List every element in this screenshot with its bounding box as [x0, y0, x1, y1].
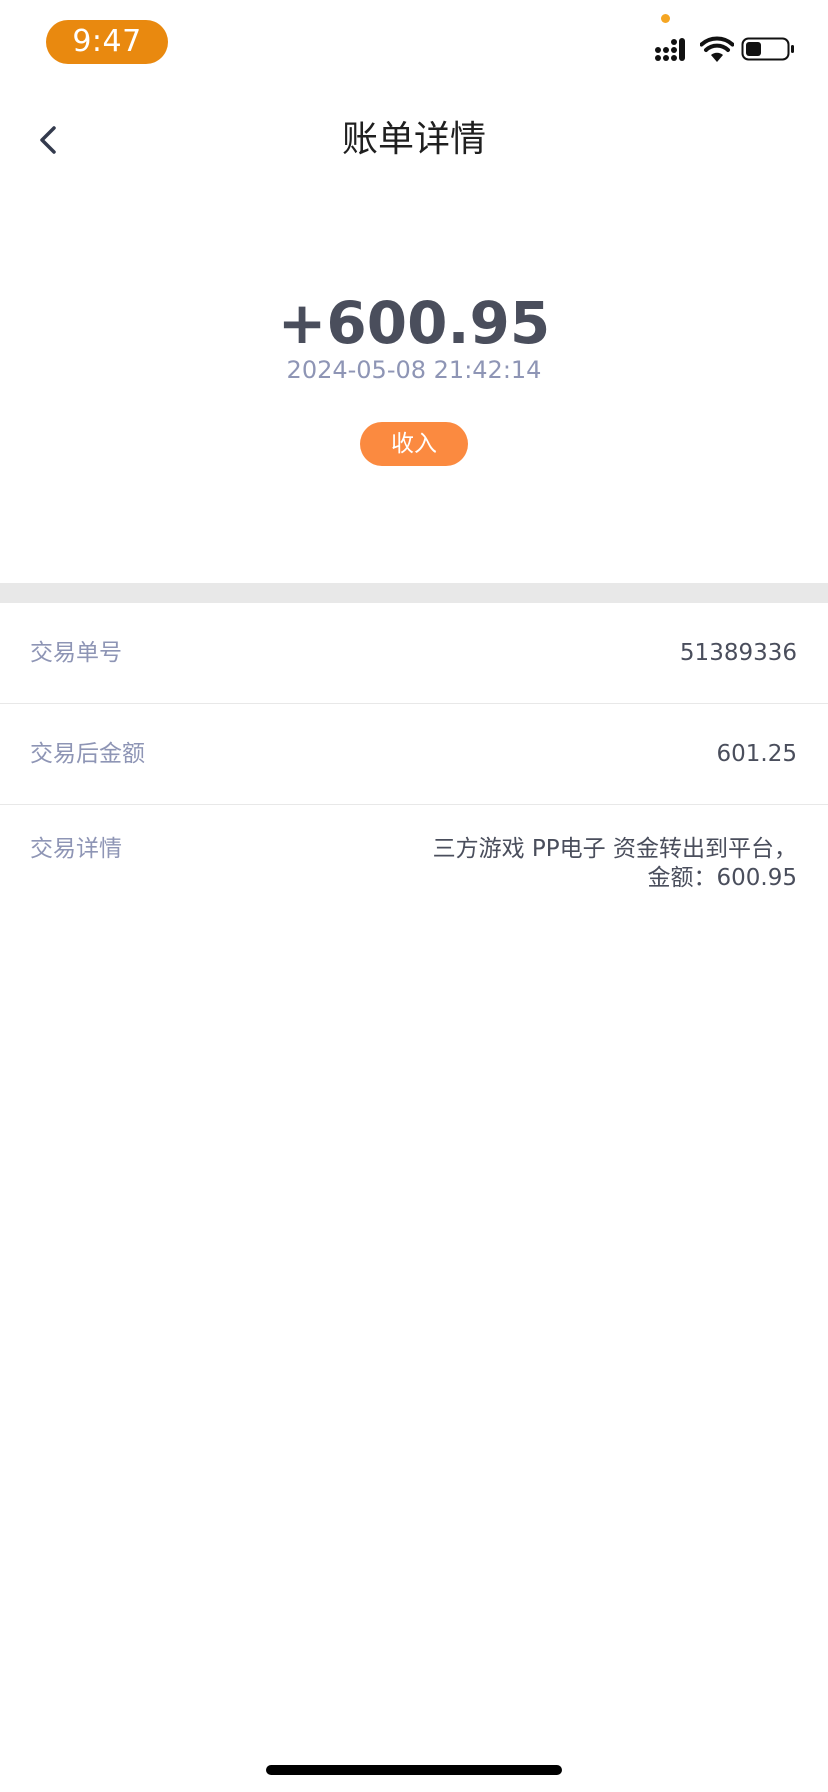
detail-value: 51389336 — [679, 640, 797, 666]
home-indicator — [266, 1765, 562, 1775]
detail-row-balance-after: 交易后金额 601.25 — [0, 704, 828, 805]
detail-value: 601.25 — [716, 741, 797, 767]
detail-value-line: 三方游戏 PP电子 资金转出到平台， — [432, 836, 797, 862]
detail-value: 三方游戏 PP电子 资金转出到平台， 金额：600.95 — [357, 835, 797, 893]
section-separator — [0, 583, 828, 603]
transaction-datetime: 2024-05-08 21:42:14 — [286, 356, 542, 384]
detail-value-line: 金额：600.95 — [647, 865, 797, 891]
detail-row-order-number: 交易单号 51389336 — [0, 603, 828, 704]
detail-list: 交易单号 51389336 交易后金额 601.25 交易详情 三方游戏 PP电… — [0, 603, 828, 905]
detail-row-description: 交易详情 三方游戏 PP电子 资金转出到平台， 金额：600.95 — [0, 805, 828, 905]
nav-bar: 账单详情 — [0, 100, 828, 180]
battery-icon — [741, 36, 797, 62]
wifi-icon — [699, 36, 735, 64]
detail-label: 交易单号 — [30, 640, 122, 666]
detail-label: 交易后金额 — [30, 741, 145, 767]
transaction-type-badge: 收入 — [360, 422, 468, 466]
privacy-indicator-dot — [661, 14, 670, 23]
cellular-signal-icon — [654, 36, 690, 64]
transaction-amount: +600.95 — [277, 289, 551, 357]
page-title: 账单详情 — [341, 119, 486, 160]
detail-label: 交易详情 — [30, 836, 122, 862]
status-bar: 9:47 — [0, 0, 828, 90]
status-time: 9:47 — [46, 20, 168, 64]
